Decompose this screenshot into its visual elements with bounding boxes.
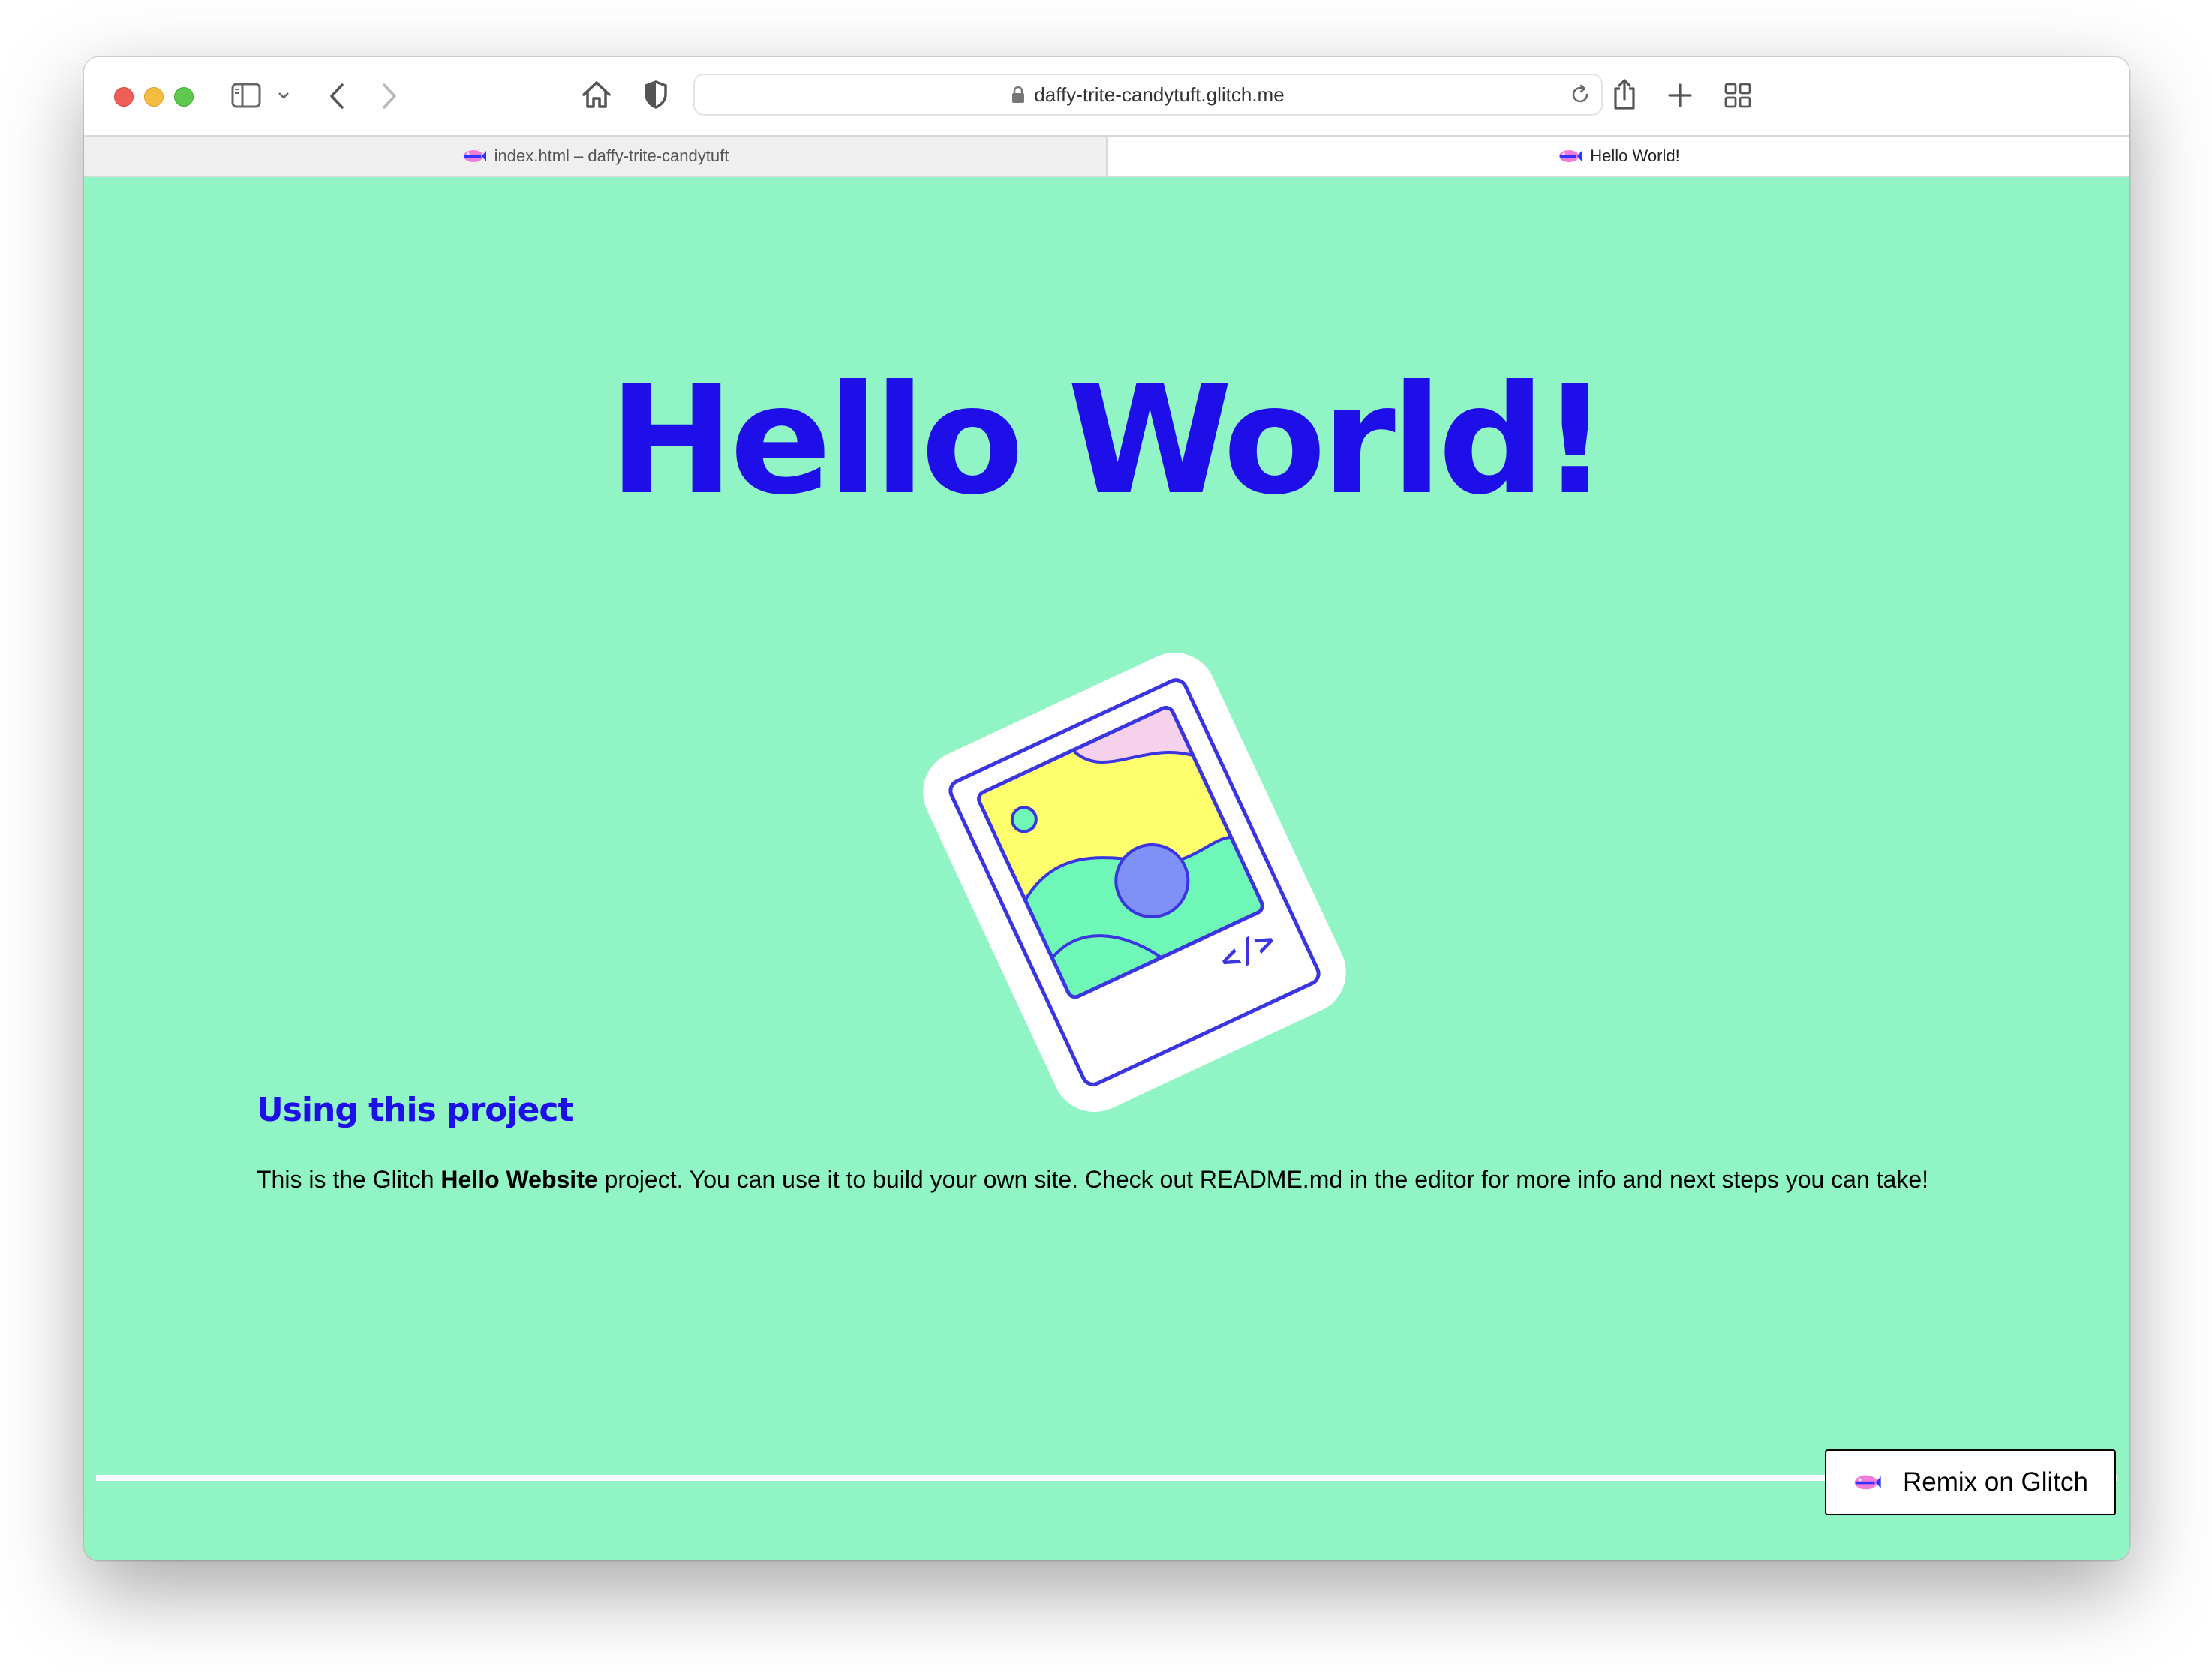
minimize-window-button[interactable] (144, 87, 164, 107)
shield-icon[interactable] (644, 80, 668, 110)
chevron-down-icon[interactable] (278, 92, 290, 99)
browser-toolbar: daffy-trite-candytuft.glitch.me (84, 57, 2129, 135)
intro-paragraph: This is the Glitch Hello Website project… (257, 1166, 1928, 1194)
remix-button-label: Remix on Glitch (1903, 1467, 2089, 1497)
zoom-window-button[interactable] (174, 87, 194, 107)
picture-frame-illustration: </> (923, 653, 1346, 1112)
remix-on-glitch-button[interactable]: Remix on Glitch (1825, 1449, 2116, 1515)
tab-index-html[interactable]: index.html – daffy-trite-candytuft (84, 137, 1108, 176)
section-heading: Using this project (257, 1091, 574, 1129)
tab-label: index.html – daffy-trite-candytuft (494, 146, 729, 165)
back-icon[interactable] (329, 83, 345, 110)
address-bar[interactable]: daffy-trite-candytuft.glitch.me (693, 74, 1603, 116)
forward-icon[interactable] (381, 83, 398, 110)
close-window-button[interactable] (114, 87, 134, 107)
share-icon[interactable] (1612, 78, 1637, 111)
glitch-fish-icon (1557, 147, 1582, 165)
reload-icon[interactable] (1570, 84, 1591, 109)
web-page: Hello World! </> Using this project This… (84, 177, 2129, 1560)
browser-window: daffy-trite-candytuft.glitch.me index.ht… (84, 57, 2129, 1560)
lock-icon (1011, 86, 1025, 104)
tab-label: Hello World! (1590, 146, 1680, 165)
intro-text-bold: Hello Website (440, 1166, 598, 1193)
intro-text-end: project. You can use it to build your ow… (597, 1166, 1929, 1193)
intro-text-start: This is the Glitch (257, 1166, 441, 1193)
home-icon[interactable] (581, 80, 612, 110)
glitch-fish-icon (461, 147, 487, 165)
sidebar-icon[interactable] (231, 83, 261, 108)
footer-divider (96, 1475, 2117, 1481)
tab-hello-world[interactable]: Hello World! (1108, 137, 2129, 176)
glitch-fish-icon (1852, 1472, 1882, 1493)
page-title: Hello World! (609, 353, 1609, 528)
url-text: daffy-trite-candytuft.glitch.me (1034, 83, 1285, 106)
tab-overview-icon[interactable] (1724, 83, 1751, 108)
tab-bar: index.html – daffy-trite-candytuft Hello… (84, 135, 2129, 177)
new-tab-icon[interactable] (1667, 83, 1693, 108)
